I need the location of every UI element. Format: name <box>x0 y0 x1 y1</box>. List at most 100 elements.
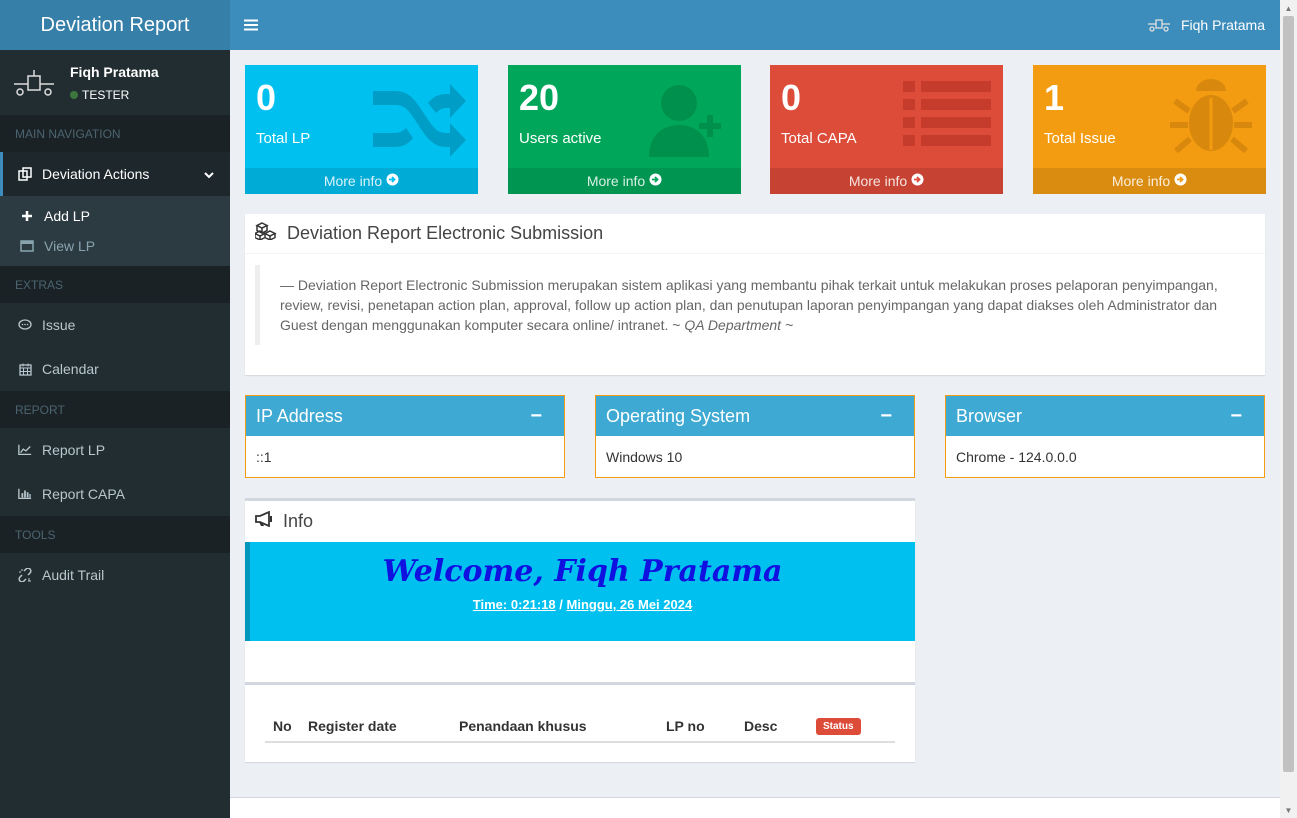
scroll-down-arrow-icon[interactable]: ▼ <box>1280 802 1297 818</box>
sidebar-item-report-capa[interactable]: Report CAPA <box>0 472 230 516</box>
browser-box: Browser − Chrome - 124.0.0.0 <box>945 395 1265 478</box>
clone-icon <box>18 167 32 181</box>
sidebar-item-issue[interactable]: Issue <box>0 303 230 347</box>
sidebar-item-label: Add LP <box>44 208 90 224</box>
column-header-no[interactable]: No <box>273 718 308 734</box>
sidebar-item-label: Issue <box>42 317 76 333</box>
infobox-header: Browser − <box>946 396 1264 436</box>
ip-address-value: ::1 <box>256 449 272 465</box>
sidebar-item-calendar[interactable]: Calendar <box>0 347 230 391</box>
box-value: 1 <box>1044 77 1065 118</box>
box-label: Total Issue <box>1044 130 1116 147</box>
column-header-lp-no[interactable]: LP no <box>666 718 744 734</box>
collapse-minus-icon[interactable]: − <box>530 405 542 428</box>
operating-system-box: Operating System − Windows 10 <box>595 395 915 478</box>
window-icon <box>20 239 34 253</box>
drs-panel-header: Deviation Report Electronic Submission <box>245 214 1265 254</box>
column-header-register-date[interactable]: Register date <box>308 718 459 734</box>
list-icon <box>898 73 993 156</box>
sidebar-item-report-lp[interactable]: Report LP <box>0 428 230 472</box>
plus-icon <box>20 209 34 223</box>
issue-table-header: No Register date Penandaan khusus LP no … <box>265 711 895 743</box>
top-user-name: Fiqh Pratama <box>1180 17 1265 33</box>
footer <box>230 797 1280 818</box>
sidebar-item-audit-trail[interactable]: Audit Trail <box>0 553 230 597</box>
user-status: TESTER <box>70 88 159 102</box>
sidebar: Deviation Report Fiqh Pratama TESTER MAI… <box>0 0 230 818</box>
column-header-penandaan-khusus[interactable]: Penandaan khusus <box>459 718 666 734</box>
sidebar-item-label: Audit Trail <box>42 567 105 583</box>
nav-header-report: REPORT <box>0 391 230 428</box>
collapse-minus-icon[interactable]: − <box>1230 405 1242 428</box>
user-name: Fiqh Pratama <box>70 63 159 80</box>
bug-icon <box>1166 73 1256 161</box>
menu-toggle-icon[interactable] <box>244 15 258 36</box>
infobox-title: Browser <box>956 405 1023 426</box>
ip-address-box: IP Address − ::1 <box>245 395 565 478</box>
datetime-separator: / <box>555 597 567 612</box>
drs-description: — Deviation Report Electronic Submission… <box>255 265 1255 345</box>
nav-header-extras: EXTRAS <box>0 266 230 303</box>
user-menu[interactable]: Fiqh Pratama <box>1147 15 1265 36</box>
drs-panel-title: Deviation Report Electronic Submission <box>287 223 604 243</box>
box-value: 20 <box>519 77 560 118</box>
column-header-desc[interactable]: Desc <box>744 718 816 734</box>
line-chart-icon <box>18 443 32 457</box>
box-label: Total LP <box>256 130 311 147</box>
avatar <box>10 63 58 103</box>
box-value: 0 <box>781 77 802 118</box>
box-total-issue: 1 Total Issue More info <box>1033 65 1266 194</box>
more-info-label: More info <box>586 173 646 189</box>
user-panel: Fiqh Pratama TESTER <box>0 50 230 115</box>
sidebar-item-label: Report LP <box>42 442 106 458</box>
more-info-link[interactable]: More info <box>508 168 741 194</box>
sidebar-item-label: Calendar <box>42 361 99 377</box>
page-scrollbar[interactable]: ▲ ▼ <box>1280 0 1297 818</box>
arrow-circle-right-icon <box>649 173 662 189</box>
submenu-deviation-actions: Add LP View LP <box>0 196 230 266</box>
sidebar-item-deviation-actions[interactable]: Deviation Actions <box>0 152 230 196</box>
drs-panel: Deviation Report Electronic Submission —… <box>245 214 1265 375</box>
user-avatar-icon <box>1147 15 1171 36</box>
calendar-icon <box>18 362 32 376</box>
box-value: 0 <box>256 77 277 118</box>
top-navbar: Fiqh Pratama <box>230 0 1297 50</box>
arrow-circle-right-icon <box>911 173 924 189</box>
more-info-link[interactable]: More info <box>1033 168 1266 194</box>
comment-icon <box>18 318 32 332</box>
info-panel-header: Info <box>245 501 915 542</box>
scroll-thumb[interactable] <box>1283 16 1294 772</box>
more-info-link[interactable]: More info <box>245 168 478 194</box>
online-status-icon <box>70 90 78 99</box>
app-logo[interactable]: Deviation Report <box>0 0 230 50</box>
bar-chart-icon <box>18 487 32 501</box>
info-panel-title: Info <box>283 511 314 531</box>
sidebar-item-label: View LP <box>44 238 96 254</box>
infobox-title: IP Address <box>256 405 343 426</box>
box-total-lp: 0 Total LP More info <box>245 65 478 194</box>
scroll-up-arrow-icon[interactable]: ▲ <box>1280 0 1297 16</box>
more-info-link[interactable]: More info <box>770 168 1003 194</box>
info-panel: Info Welcome, Fiqh Pratama Time: 0:21:18… <box>245 498 915 762</box>
nav-header-main: MAIN NAVIGATION <box>0 115 230 152</box>
box-label: Total CAPA <box>781 130 857 147</box>
user-role: TESTER <box>82 87 130 102</box>
infobox-title: Operating System <box>606 405 751 426</box>
sidebar-item-label: Deviation Actions <box>42 166 150 182</box>
sidebar-item-view-lp[interactable]: View LP <box>0 231 230 261</box>
shuffle-icon <box>368 73 468 166</box>
box-label: Users active <box>519 130 602 147</box>
clock-time: Time: 0:21:18 <box>472 597 556 612</box>
status-badge: Status <box>816 717 861 735</box>
welcome-title: Welcome, Fiqh Pratama <box>382 554 783 589</box>
arrow-circle-right-icon <box>1174 173 1187 189</box>
welcome-banner: Welcome, Fiqh Pratama Time: 0:21:18 / Mi… <box>245 542 915 641</box>
operating-system-value: Windows 10 <box>606 449 683 465</box>
welcome-datetime: Time: 0:21:18 / Minggu, 26 Mei 2024 <box>250 597 915 612</box>
sidebar-item-add-lp[interactable]: Add LP <box>0 201 230 231</box>
collapse-minus-icon[interactable]: − <box>880 405 892 428</box>
cubes-icon <box>253 222 277 245</box>
sidebar-item-label: Report CAPA <box>42 486 125 502</box>
arrow-circle-right-icon <box>386 173 399 189</box>
bullhorn-icon <box>255 510 275 532</box>
